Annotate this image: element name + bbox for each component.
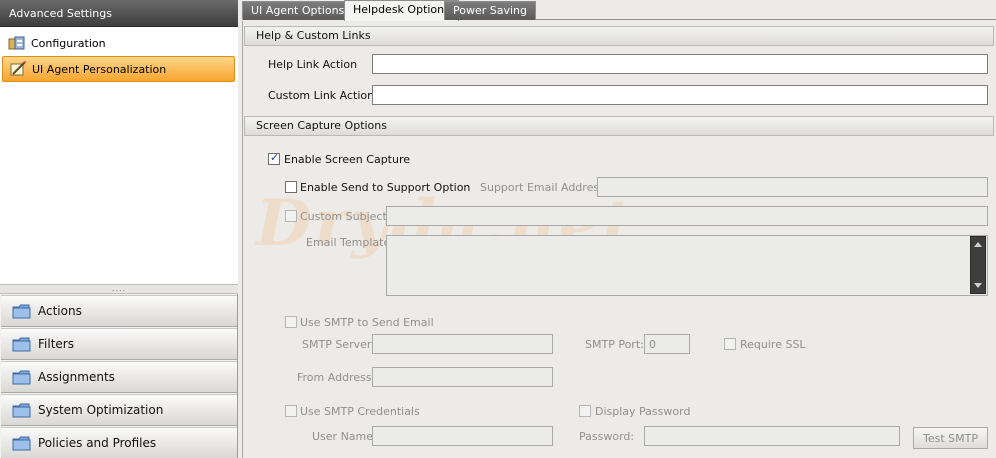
tab-helpdesk-options[interactable]: Helpdesk Options <box>344 0 459 21</box>
password-input[interactable] <box>644 426 900 446</box>
tree-item-ui-agent-personalization[interactable]: UI Agent Personalization <box>2 56 235 82</box>
email-template-label: Email Template: <box>306 236 394 249</box>
use-smtp-credentials-checkbox[interactable] <box>285 405 297 417</box>
enable-screen-capture-checkbox[interactable]: ✓ <box>268 151 280 165</box>
email-template-scrollbar[interactable] <box>970 236 986 294</box>
custom-subject-label: Custom Subject: <box>300 210 391 223</box>
nav-item-policies-and-profiles[interactable]: Policies and Profiles <box>1 427 237 458</box>
require-ssl-label: Require SSL <box>740 338 806 351</box>
configuration-icon <box>8 35 26 51</box>
tab-power-saving[interactable]: Power Saving <box>444 1 536 20</box>
nav-item-label: Policies and Profiles <box>38 436 157 450</box>
use-smtp-label: Use SMTP to Send Email <box>300 316 434 329</box>
from-address-label: From Address: <box>297 371 376 384</box>
tree-item-label: Configuration <box>31 36 106 50</box>
support-email-label: Support Email Address: <box>480 181 609 194</box>
help-link-action-label: Help Link Action <box>268 58 358 71</box>
use-smtp-credentials-label: Use SMTP Credentials <box>300 405 420 418</box>
scroll-up-arrow-icon[interactable] <box>974 242 982 247</box>
folder-icon <box>12 304 31 319</box>
scroll-down-arrow-icon[interactable] <box>974 283 982 288</box>
screen-capture-options-header: Screen Capture Options <box>244 116 994 136</box>
custom-subject-input[interactable] <box>386 206 988 226</box>
nav-item-assignments[interactable]: Assignments <box>1 361 237 393</box>
help-custom-links-header: Help & Custom Links <box>244 26 994 46</box>
smtp-server-input[interactable] <box>372 334 553 354</box>
email-template-textarea[interactable] <box>386 235 988 296</box>
custom-link-action-label: Custom Link Action <box>268 89 375 102</box>
enable-screen-capture-label: Enable Screen Capture <box>284 153 411 166</box>
nav-item-actions[interactable]: Actions <box>1 295 237 327</box>
tree-item-label: UI Agent Personalization <box>32 62 167 76</box>
password-label: Password: <box>579 430 635 443</box>
nav-item-label: Filters <box>38 337 74 351</box>
options-tabs: UI Agent Options Helpdesk Options Power … <box>242 0 996 21</box>
display-password-label: Display Password <box>595 405 691 418</box>
enable-send-to-support-checkbox[interactable] <box>285 181 297 193</box>
custom-subject-checkbox[interactable] <box>285 210 297 222</box>
test-smtp-button[interactable]: Test SMTP <box>913 427 988 449</box>
nav-item-label: Assignments <box>38 370 115 384</box>
advanced-settings-header: Advanced Settings <box>0 0 238 27</box>
settings-tree: Configuration UI Agent Personalization <box>0 27 238 285</box>
folder-icon <box>12 436 31 451</box>
nav-item-label: System Optimization <box>38 403 164 417</box>
nav-item-filters[interactable]: Filters <box>1 328 237 360</box>
folder-icon <box>12 337 31 352</box>
folder-icon <box>12 370 31 385</box>
smtp-port-input[interactable] <box>644 334 690 354</box>
user-name-label: User Name: <box>312 430 377 443</box>
smtp-server-label: SMTP Server: <box>302 338 375 351</box>
help-link-action-input[interactable] <box>372 54 988 74</box>
require-ssl-checkbox[interactable] <box>724 338 736 350</box>
support-email-input[interactable] <box>597 177 988 197</box>
folder-icon <box>12 403 31 418</box>
nav-item-system-optimization[interactable]: System Optimization <box>1 394 237 426</box>
custom-link-action-input[interactable] <box>372 85 988 105</box>
smtp-port-label: SMTP Port: <box>585 338 644 351</box>
from-address-input[interactable] <box>372 367 553 387</box>
personalization-icon <box>9 61 27 77</box>
nav-item-label: Actions <box>38 304 82 318</box>
enable-send-to-support-label: Enable Send to Support Option <box>300 181 471 194</box>
left-panel: Advanced Settings Configuration UI Agent… <box>0 0 238 458</box>
checkmark-icon: ✓ <box>270 151 280 164</box>
user-name-input[interactable] <box>372 426 553 446</box>
panel-splitter[interactable]: .... <box>0 285 238 294</box>
display-password-checkbox[interactable] <box>579 405 591 417</box>
use-smtp-checkbox[interactable] <box>285 316 297 328</box>
tree-item-configuration[interactable]: Configuration <box>2 30 235 56</box>
tab-ui-agent-options[interactable]: UI Agent Options <box>242 1 354 20</box>
